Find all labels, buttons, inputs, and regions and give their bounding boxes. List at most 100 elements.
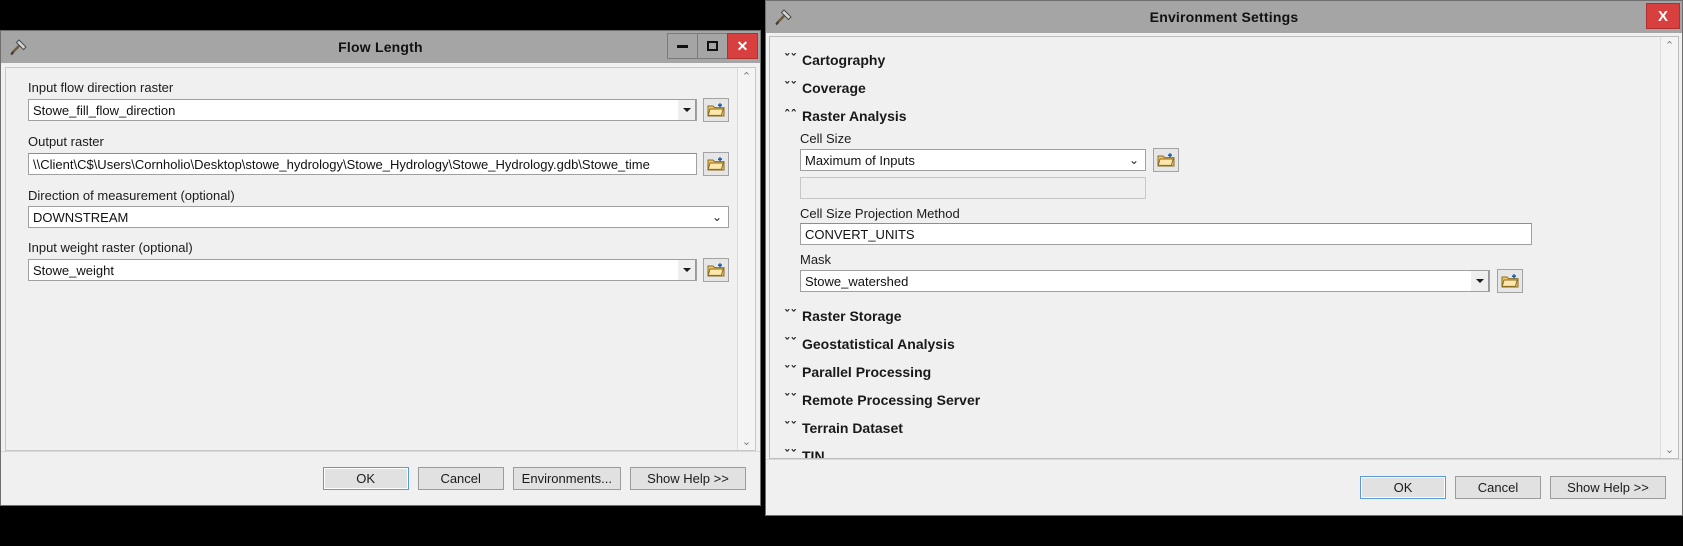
field-cell-size: Cell Size Maximum of Inputs ⌄ (800, 131, 1650, 172)
flow-length-form-panel: Input flow direction raster Stowe_fill_f… (5, 67, 756, 451)
field-output-raster: Output raster \\Client\C$\Users\Cornholi… (28, 134, 729, 176)
close-button[interactable]: ✕ (727, 33, 758, 59)
minimize-icon (677, 44, 688, 48)
field-label: Output raster (28, 134, 104, 149)
raster-analysis-body: Cell Size Maximum of Inputs ⌄ Cell Size … (784, 130, 1654, 302)
browse-folder-button-input-flow-direction[interactable] (703, 98, 729, 122)
field-mask: Mask Stowe_watershed (800, 252, 1650, 293)
chevron-double-down-icon: ˇˇ (784, 364, 797, 380)
show-help-button[interactable]: Show Help >> (630, 467, 746, 490)
environments-button[interactable]: Environments... (512, 467, 621, 490)
projection-method-input[interactable]: CONVERT_UNITS (800, 223, 1532, 245)
ok-button[interactable]: OK (1360, 476, 1446, 499)
flow-length-title: Flow Length (338, 39, 423, 55)
section-coverage[interactable]: ˇˇ Coverage (784, 74, 1654, 102)
section-remote-processing-server[interactable]: ˇˇ Remote Processing Server (784, 386, 1654, 414)
flow-length-form: Input flow direction raster Stowe_fill_f… (6, 68, 737, 450)
chevron-down-icon[interactable]: ⌄ (1129, 154, 1145, 166)
field-direction-of-measurement: Direction of measurement (optional) DOWN… (28, 188, 729, 228)
field-input-weight-raster: Input weight raster (optional) Stowe_wei… (28, 240, 729, 282)
section-terrain-dataset[interactable]: ˇˇ Terrain Dataset (784, 414, 1654, 442)
chevron-double-down-icon: ˇˇ (784, 448, 797, 459)
close-icon: X (1657, 7, 1668, 25)
hammer-tool-icon (772, 4, 798, 30)
section-cartography[interactable]: ˇˇ Cartography (784, 46, 1654, 74)
mask-value: Stowe_watershed (805, 273, 909, 289)
input-weight-raster-combo[interactable]: Stowe_weight (28, 259, 697, 281)
cancel-button[interactable]: Cancel (1455, 476, 1541, 499)
flow-length-scrollbar[interactable]: ⌃ ⌄ (737, 68, 755, 450)
field-cell-size-projection-method: Cell Size Projection Method CONVERT_UNIT… (800, 206, 1650, 245)
section-label: Raster Storage (802, 308, 902, 324)
environment-settings-dialog: Environment Settings X ˇˇ Cartography ˇˇ… (765, 0, 1683, 516)
chevron-double-down-icon: ˇˇ (784, 392, 797, 408)
section-label: Cartography (802, 52, 886, 68)
section-label: Remote Processing Server (802, 392, 981, 408)
section-parallel-processing[interactable]: ˇˇ Parallel Processing (784, 358, 1654, 386)
environment-settings-footer: OK Cancel Show Help >> (766, 459, 1682, 515)
input-flow-direction-raster-combo[interactable]: Stowe_fill_flow_direction (28, 99, 697, 121)
field-label: Input weight raster (optional) (28, 240, 193, 255)
browse-folder-button-cell-size[interactable] (1153, 148, 1179, 172)
environment-settings-title: Environment Settings (1149, 9, 1299, 25)
field-label: Input flow direction raster (28, 80, 174, 95)
chevron-double-up-icon: ˆˆ (784, 108, 797, 124)
cancel-button[interactable]: Cancel (417, 467, 504, 490)
environment-settings-body: ˇˇ Cartography ˇˇ Coverage ˆˆ Raster Ana… (766, 33, 1682, 459)
hammer-tool-icon (7, 34, 33, 60)
flow-length-window-controls: ✕ (667, 33, 758, 59)
flow-length-body: Input flow direction raster Stowe_fill_f… (1, 63, 760, 451)
maximize-button[interactable] (697, 33, 728, 59)
projection-method-label: Cell Size Projection Method (800, 206, 960, 221)
flow-length-footer: OK Cancel Environments... Show Help >> (1, 451, 760, 505)
chevron-down-icon[interactable]: ⌄ (712, 211, 728, 223)
field-label: Direction of measurement (optional) (28, 188, 235, 203)
section-label: Raster Analysis (802, 108, 907, 124)
section-label: TIN (802, 448, 825, 458)
cell-size-custom-input[interactable] (800, 177, 1146, 199)
chevron-double-down-icon: ˇˇ (784, 52, 797, 68)
chevron-down-icon[interactable] (1470, 271, 1489, 291)
browse-folder-button-output-raster[interactable] (703, 152, 729, 176)
chevron-down-icon[interactable] (677, 260, 696, 280)
environment-settings-sections: ˇˇ Cartography ˇˇ Coverage ˆˆ Raster Ana… (770, 37, 1660, 458)
cell-size-value: Maximum of Inputs (805, 152, 915, 168)
browse-folder-button-input-weight[interactable] (703, 258, 729, 282)
section-tin[interactable]: ˇˇ TIN (784, 442, 1654, 458)
browse-folder-button-mask[interactable] (1497, 269, 1523, 293)
chevron-double-down-icon: ˇˇ (784, 336, 797, 352)
mask-combo[interactable]: Stowe_watershed (800, 270, 1490, 292)
show-help-button[interactable]: Show Help >> (1550, 476, 1666, 499)
section-label: Geostatistical Analysis (802, 336, 955, 352)
close-icon: ✕ (736, 37, 749, 54)
input-weight-raster-value: Stowe_weight (33, 262, 114, 278)
section-label: Parallel Processing (802, 364, 932, 380)
field-input-flow-direction-raster: Input flow direction raster Stowe_fill_f… (28, 80, 729, 122)
direction-of-measurement-combo[interactable]: DOWNSTREAM ⌄ (28, 206, 729, 228)
environment-settings-scroll-panel: ˇˇ Cartography ˇˇ Coverage ˆˆ Raster Ana… (769, 36, 1679, 459)
scroll-up-icon[interactable]: ⌃ (738, 68, 755, 85)
maximize-icon (707, 41, 718, 51)
close-button[interactable]: X (1646, 3, 1680, 29)
scroll-down-icon[interactable]: ⌄ (738, 433, 755, 450)
output-raster-input[interactable]: \\Client\C$\Users\Cornholio\Desktop\stow… (28, 153, 697, 175)
chevron-down-icon[interactable] (677, 100, 696, 120)
environment-settings-titlebar[interactable]: Environment Settings X (766, 1, 1682, 33)
minimize-button[interactable] (667, 33, 698, 59)
scroll-down-icon[interactable]: ⌄ (1661, 441, 1678, 458)
cell-size-combo[interactable]: Maximum of Inputs ⌄ (800, 149, 1146, 171)
chevron-double-down-icon: ˇˇ (784, 420, 797, 436)
section-raster-storage[interactable]: ˇˇ Raster Storage (784, 302, 1654, 330)
section-label: Terrain Dataset (802, 420, 903, 436)
input-flow-direction-raster-value: Stowe_fill_flow_direction (33, 102, 176, 118)
chevron-double-down-icon: ˇˇ (784, 80, 797, 96)
mask-label: Mask (800, 252, 832, 267)
environment-settings-scrollbar[interactable]: ⌃ ⌄ (1660, 37, 1678, 458)
section-raster-analysis[interactable]: ˆˆ Raster Analysis (784, 102, 1654, 130)
section-geostatistical-analysis[interactable]: ˇˇ Geostatistical Analysis (784, 330, 1654, 358)
scroll-up-icon[interactable]: ⌃ (1661, 37, 1678, 54)
direction-of-measurement-value: DOWNSTREAM (33, 209, 129, 225)
ok-button[interactable]: OK (322, 467, 409, 490)
chevron-double-down-icon: ˇˇ (784, 308, 797, 324)
flow-length-titlebar[interactable]: Flow Length ✕ (1, 31, 760, 63)
